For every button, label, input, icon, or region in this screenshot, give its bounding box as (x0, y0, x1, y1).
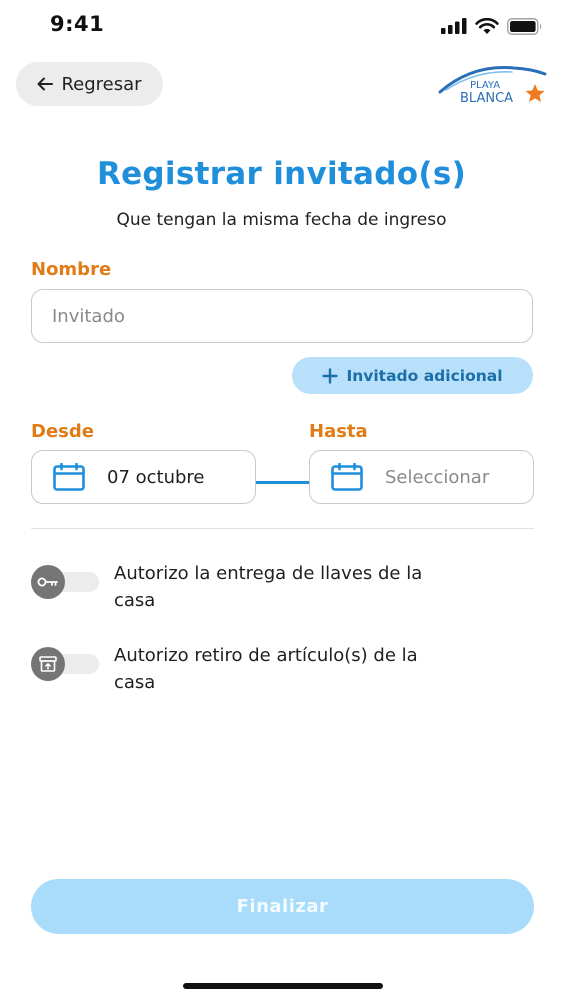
name-label: Nombre (31, 259, 112, 280)
date-to-label: Hasta (309, 421, 368, 442)
logo-text-line2: BLANCA (460, 91, 513, 106)
date-from-value: 07 octubre (107, 466, 205, 488)
item-withdrawal-text-line1: Autorizo retiro de artículo(s) de la (114, 645, 418, 666)
battery-icon (507, 17, 542, 35)
key-icon (37, 577, 58, 587)
calendar-icon (53, 463, 85, 491)
home-indicator[interactable] (183, 983, 383, 989)
key-delivery-text: Autorizo la entrega de llaves de la casa (114, 560, 524, 614)
calendar-icon (331, 463, 363, 491)
back-button[interactable]: Regresar (16, 62, 163, 106)
item-withdrawal-text: Autorizo retiro de artículo(s) de la cas… (114, 642, 524, 696)
finish-button-label: Finalizar (236, 896, 329, 917)
toggle-knob (31, 647, 65, 681)
status-icons (441, 14, 543, 38)
item-withdrawal-toggle[interactable] (31, 647, 99, 681)
key-delivery-text-line2: casa (114, 590, 156, 611)
date-from-label: Desde (31, 421, 94, 442)
date-range-connector (256, 481, 309, 484)
key-delivery-toggle[interactable] (31, 565, 99, 599)
page-title: Registrar invitado(s) (96, 156, 467, 192)
status-time: 9:41 (50, 12, 105, 36)
back-button-label: Regresar (61, 73, 142, 95)
name-input[interactable]: Invitado (31, 289, 533, 343)
add-guest-label: Invitado adicional (346, 366, 503, 385)
toggle-knob (31, 565, 65, 599)
date-from-field[interactable]: 07 octubre (31, 450, 256, 504)
playa-blanca-logo: PLAYA BLANCA (438, 66, 547, 106)
date-to-field[interactable]: Seleccionar (309, 450, 534, 504)
finish-button[interactable]: Finalizar (31, 879, 534, 934)
name-input-placeholder: Invitado (52, 305, 125, 327)
add-guest-button[interactable]: Invitado adicional (292, 357, 533, 394)
signal-icon (441, 18, 467, 34)
box-icon (39, 656, 57, 672)
logo-text-line1: PLAYA (470, 80, 500, 91)
star-icon (525, 84, 545, 102)
wifi-icon (475, 17, 499, 34)
divider (31, 528, 534, 529)
arrow-left-icon (37, 77, 54, 91)
plus-icon (322, 367, 339, 384)
page-subtitle: Que tengan la misma fecha de ingreso (116, 210, 447, 230)
item-withdrawal-text-line2: casa (114, 672, 156, 693)
key-delivery-text-line1: Autorizo la entrega de llaves de la (114, 563, 423, 584)
date-to-placeholder: Seleccionar (385, 466, 490, 488)
